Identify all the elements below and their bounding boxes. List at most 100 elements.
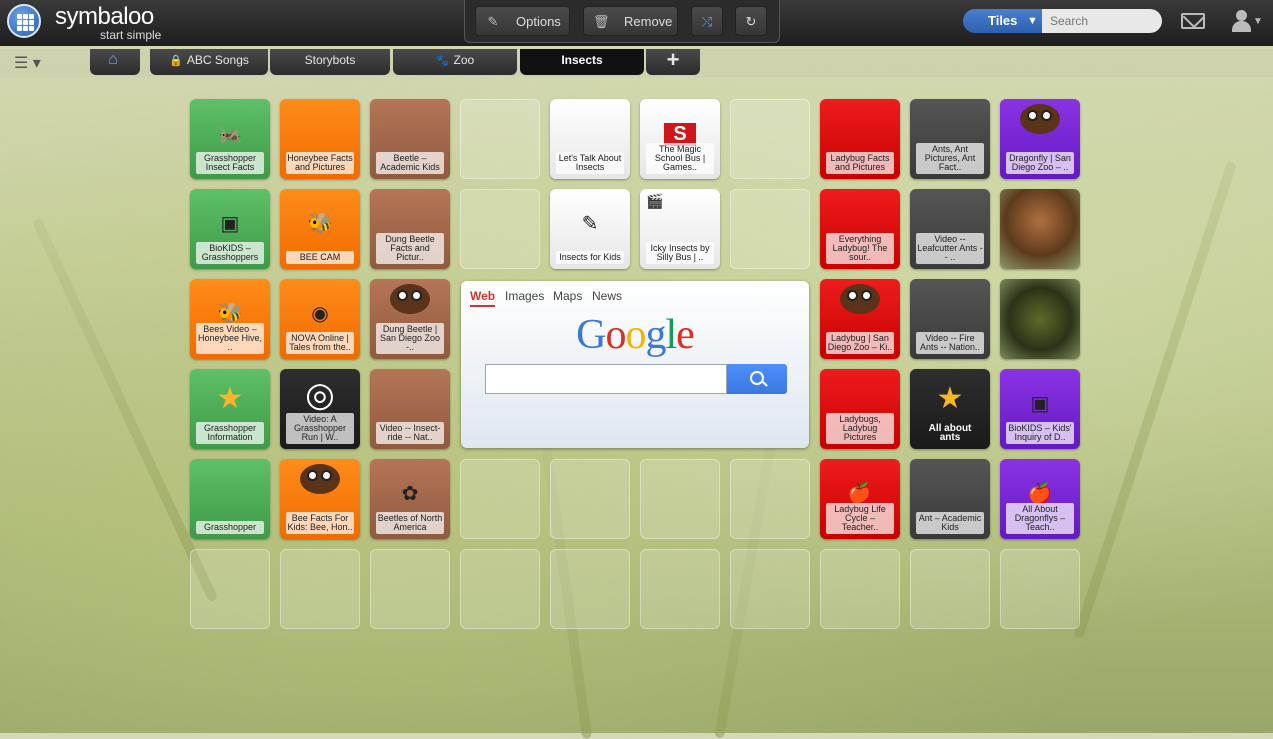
empty-tile[interactable] bbox=[730, 189, 810, 269]
trash-icon: 🗑 bbox=[593, 14, 610, 29]
google-search-input[interactable] bbox=[485, 364, 727, 394]
empty-tile[interactable] bbox=[460, 549, 540, 629]
symbaloo-grid-icon[interactable] bbox=[7, 4, 41, 38]
empty-tile[interactable] bbox=[910, 549, 990, 629]
bookmark-tile[interactable]: 🍎 All About Dragonflys – Teach.. bbox=[1000, 459, 1080, 539]
bookmark-tile[interactable]: ★ All about ants bbox=[910, 369, 990, 449]
bookmark-tile[interactable] bbox=[1000, 279, 1080, 359]
google-tab-news[interactable]: News bbox=[592, 289, 622, 303]
view-toggle[interactable]: Tiles ▼ bbox=[963, 9, 1043, 33]
bookmark-tile[interactable]: Dung Beetle Facts and Pictur.. bbox=[370, 189, 450, 269]
bookmark-tile[interactable]: ✎ Insects for Kids bbox=[550, 189, 630, 269]
tile-label: Ladybug Facts and Pictures bbox=[826, 152, 894, 174]
lock-icon: 🔒 bbox=[169, 55, 183, 67]
play-icon: ◎ bbox=[305, 376, 335, 414]
tab-insects[interactable]: Insects bbox=[520, 49, 644, 75]
bookmark-tile[interactable]: Dragonfly | San Diego Zoo – .. bbox=[1000, 99, 1080, 179]
logo-tagline: start simple bbox=[100, 28, 162, 42]
mail-icon[interactable] bbox=[1181, 13, 1205, 29]
tab-abc-songs[interactable]: 🔒 ABC Songs bbox=[150, 49, 268, 75]
tile-label: Everything Ladybug! The sour.. bbox=[826, 233, 894, 264]
bookmark-tile[interactable]: Grasshopper bbox=[190, 459, 270, 539]
tab-zoo[interactable]: 🐾 Zoo bbox=[393, 49, 517, 75]
bookmark-tile[interactable]: 🐝 Bees Video – Honeybee Hive, .. bbox=[190, 279, 270, 359]
bookmark-tile[interactable]: Dung Beetle | San Diego Zoo -.. bbox=[370, 279, 450, 359]
user-icon[interactable]: ▼ bbox=[1232, 10, 1263, 34]
bookmark-tile[interactable]: S The Magic School Bus | Games.. bbox=[640, 99, 720, 179]
bookmark-tile[interactable]: 🦗 Grasshopper Insect Facts bbox=[190, 99, 270, 179]
google-search-button[interactable] bbox=[727, 364, 787, 394]
tile-label: Ladybug Life Cycle – Teacher.. bbox=[826, 503, 894, 534]
magnifier-icon bbox=[750, 371, 764, 385]
bookmark-tile[interactable]: Honeybee Facts and Pictures bbox=[280, 99, 360, 179]
google-tab-web[interactable]: Web bbox=[470, 289, 496, 307]
bookmark-tile[interactable]: Bee Facts For Kids: Bee, Hon.. bbox=[280, 459, 360, 539]
empty-tile[interactable] bbox=[460, 189, 540, 269]
empty-tile[interactable] bbox=[730, 459, 810, 539]
bookmark-tile[interactable]: ✿ Beetles of North America bbox=[370, 459, 450, 539]
tile-label: Icky Insects by Silly Bus | .. bbox=[646, 242, 714, 264]
logo-text[interactable]: symbaloo bbox=[55, 3, 154, 31]
options-button[interactable]: ✎ Options bbox=[475, 6, 570, 36]
tab-storybots[interactable]: Storybots bbox=[270, 49, 390, 75]
biokids-icon: ▣ bbox=[220, 213, 240, 235]
bookmark-tile[interactable] bbox=[1000, 189, 1080, 269]
remove-label: Remove bbox=[624, 14, 673, 29]
search-input[interactable] bbox=[1042, 9, 1162, 33]
bookmark-tile[interactable]: 🍎 Ladybug Life Cycle – Teacher.. bbox=[820, 459, 900, 539]
bookmark-tile[interactable]: ▣ BioKIDS – Grasshoppers bbox=[190, 189, 270, 269]
google-tab-images[interactable]: Images bbox=[505, 289, 544, 303]
empty-tile[interactable] bbox=[190, 549, 270, 629]
empty-tile[interactable] bbox=[640, 549, 720, 629]
empty-tile[interactable] bbox=[460, 459, 540, 539]
empty-tile[interactable] bbox=[280, 549, 360, 629]
bookmark-tile[interactable]: ▣ BioKIDS – Kids' Inquiry of D.. bbox=[1000, 369, 1080, 449]
bookmark-tile[interactable]: Beetle – Academic Kids bbox=[370, 99, 450, 179]
tab-label: Zoo bbox=[453, 53, 475, 67]
bookmark-tile[interactable]: Video -- Fire Ants -- Nation.. bbox=[910, 279, 990, 359]
bookmark-tile[interactable]: Let's Talk About Insects bbox=[550, 99, 630, 179]
bookmark-tile[interactable]: ◎ Video: A Grasshopper Run | W.. bbox=[280, 369, 360, 449]
empty-tile[interactable] bbox=[550, 549, 630, 629]
empty-tile[interactable] bbox=[820, 549, 900, 629]
remove-button[interactable]: 🗑 Remove bbox=[583, 6, 678, 36]
bookmark-tile[interactable]: Ant – Academic Kids bbox=[910, 459, 990, 539]
tab-home-icon[interactable]: ⌂ bbox=[90, 49, 140, 75]
bookmark-tile[interactable]: Ladybug Facts and Pictures bbox=[820, 99, 900, 179]
share-button[interactable]: ⤭ bbox=[691, 6, 723, 36]
empty-tile[interactable] bbox=[460, 99, 540, 179]
tile-label: All About Dragonflys – Teach.. bbox=[1006, 503, 1074, 534]
tab-label: + bbox=[666, 47, 680, 72]
tile-label: Dung Beetle | San Diego Zoo -.. bbox=[376, 323, 444, 354]
share-icon: ⤭ bbox=[701, 14, 713, 29]
bookmark-tile[interactable]: Video -- Insect-ride -- Nat.. bbox=[370, 369, 450, 449]
bookmark-tile[interactable]: Ants, Ant Pictures, Ant Fact.. bbox=[910, 99, 990, 179]
empty-tile[interactable] bbox=[1000, 549, 1080, 629]
bookmark-tile[interactable]: Everything Ladybug! The sour.. bbox=[820, 189, 900, 269]
bookmark-tile[interactable]: 🎬 Icky Insects by Silly Bus | .. bbox=[640, 189, 720, 269]
bookmark-tile[interactable]: ★ Grasshopper Information bbox=[190, 369, 270, 449]
empty-tile[interactable] bbox=[730, 549, 810, 629]
bees-icon: 🐝 bbox=[307, 213, 333, 235]
list-menu-icon[interactable]: ☰ ▾ bbox=[14, 56, 44, 72]
bookmark-tile[interactable]: ◉ NOVA Online | Tales from the.. bbox=[280, 279, 360, 359]
pencil-icon: ✎ bbox=[487, 14, 499, 29]
refresh-button[interactable]: ↻ bbox=[735, 6, 767, 36]
tile-label: Grasshopper bbox=[196, 521, 264, 534]
bookmark-tile[interactable]: Video -- Leafcutter Ants -- .. bbox=[910, 189, 990, 269]
flower-icon: ✿ bbox=[401, 483, 419, 505]
bookmark-tile[interactable]: Ladybugs, Ladybug Pictures bbox=[820, 369, 900, 449]
tab-plus-icon[interactable]: + bbox=[646, 49, 700, 75]
monkey-icon bbox=[840, 284, 880, 314]
tile-label: Dragonfly | San Diego Zoo – .. bbox=[1006, 152, 1074, 174]
google-tab-maps[interactable]: Maps bbox=[553, 289, 582, 303]
bookmark-tile[interactable]: Ladybug | San Diego Zoo – Ki.. bbox=[820, 279, 900, 359]
empty-tile[interactable] bbox=[370, 549, 450, 629]
star-icon: ★ bbox=[216, 382, 244, 415]
empty-tile[interactable] bbox=[640, 459, 720, 539]
monkey-icon bbox=[390, 284, 430, 314]
bookmark-tile[interactable]: 🐝 BEE CAM bbox=[280, 189, 360, 269]
empty-tile[interactable] bbox=[730, 99, 810, 179]
empty-tile[interactable] bbox=[550, 459, 630, 539]
tile-label: Honeybee Facts and Pictures bbox=[286, 152, 354, 174]
